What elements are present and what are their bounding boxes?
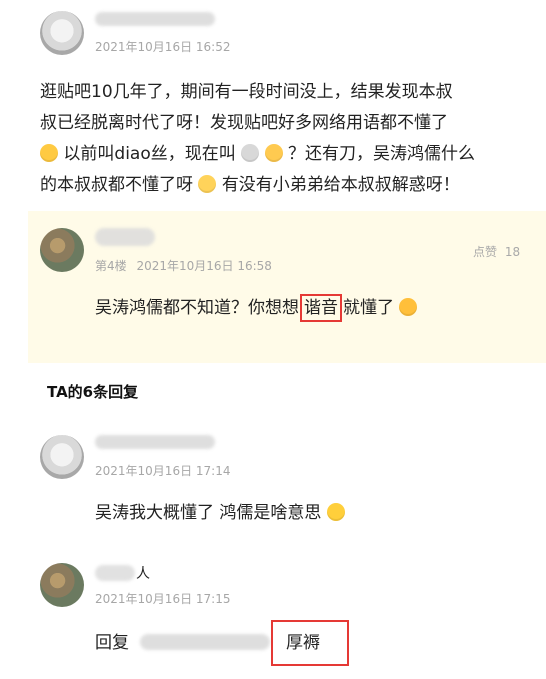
main-post-line-3b: ？还有刀，吴涛鸿儒什么 [287, 144, 475, 164]
reply-time: 2021年10月16日 17:14 [95, 464, 231, 478]
highlight-box-xieyin: 谐音 [300, 294, 342, 322]
reply2-prefix: 回复 [95, 633, 129, 653]
featured-reply-text-after: 就懂了 [343, 298, 394, 318]
avatar[interactable] [40, 435, 84, 479]
floor-label: 第4楼 [95, 259, 127, 273]
reply-time: 2021年10月16日 17:15 [95, 592, 231, 606]
avatar[interactable] [40, 228, 84, 272]
main-post-line-3a: 以前叫diao丝，现在叫 [63, 144, 236, 164]
main-post-line-4a: 的本叔叔都不懂了呀 [40, 175, 193, 195]
hug-emoji-icon [399, 298, 418, 316]
main-post-body: 逛贴吧10几年了，期间有一段时间没上，结果发现本叔 叔已经脱离时代了呀！发现贴吧… [40, 77, 540, 201]
pleading-emoji-icon [326, 503, 345, 521]
reply1-text: 吴涛我大概懂了 鸿儒是啥意思 [95, 498, 345, 529]
mouse-emoji-icon [241, 144, 260, 162]
likes[interactable]: 点赞 18 [473, 243, 520, 260]
reply2-mention-blurred[interactable] [140, 634, 271, 650]
reply2-highlight-text: 厚褥 [286, 633, 320, 653]
main-post-line-4b: 有没有小弟弟给本叔叔解惑呀！ [221, 175, 460, 195]
frown-emoji-icon [198, 175, 217, 193]
reply1-text-content: 吴涛我大概懂了 鸿儒是啥意思 [95, 503, 322, 523]
kiss-emoji-icon [264, 144, 283, 162]
avatar[interactable] [40, 11, 84, 55]
username-blurred[interactable] [95, 565, 135, 581]
featured-reply-text-before: 吴涛鸿儒都不知道？你想想 [95, 298, 299, 318]
username-blurred[interactable] [95, 12, 215, 26]
main-post-line-2: 叔已经脱离时代了呀！发现贴吧好多网络用语都不懂了 [40, 113, 448, 133]
reply2-name-visible: 人 [136, 566, 150, 582]
main-post-line-1: 逛贴吧10几年了，期间有一段时间没上，结果发现本叔 [40, 82, 453, 102]
username-blurred[interactable] [95, 435, 215, 449]
replies-header: TA的6条回复 [47, 383, 139, 401]
likes-label: 点赞 [473, 245, 498, 259]
likes-count: 18 [504, 245, 521, 259]
featured-reply-text: 吴涛鸿儒都不知道？你想想 谐音 就懂了 [95, 293, 418, 324]
post-time: 2021年10月16日 16:52 [95, 40, 231, 54]
username-blurred[interactable] [95, 228, 155, 246]
featured-reply-highlight: 谐音 [304, 298, 338, 318]
reply2-text: 回复 [95, 628, 271, 659]
sad-emoji-icon [40, 144, 58, 162]
avatar[interactable] [40, 563, 84, 607]
reply-time: 2021年10月16日 16:58 [136, 259, 272, 273]
